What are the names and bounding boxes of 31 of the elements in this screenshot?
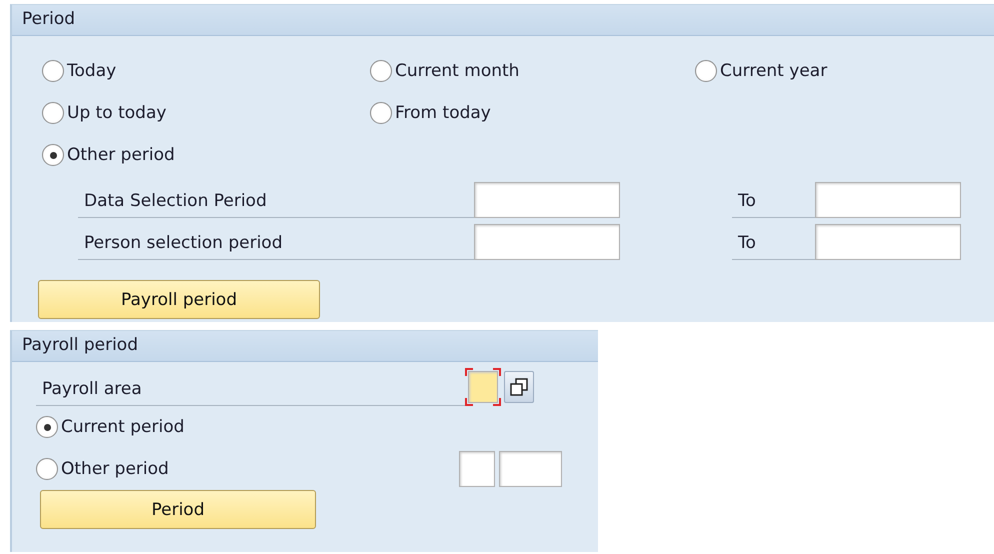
radio-label[interactable]: Today <box>67 61 116 81</box>
radio-label[interactable]: Up to today <box>67 103 166 123</box>
input-field[interactable] <box>499 451 562 487</box>
radio-button[interactable] <box>42 60 64 82</box>
panel-title: Payroll period <box>12 331 598 362</box>
payroll-period-button[interactable]: Payroll period <box>38 280 320 319</box>
radio-button[interactable] <box>36 416 58 438</box>
value-help-button[interactable] <box>504 371 534 403</box>
field-label: Data Selection Period <box>78 191 474 218</box>
radio-label[interactable]: Other period <box>67 145 175 165</box>
copy-icon <box>510 378 528 396</box>
radio-button[interactable] <box>42 144 64 166</box>
radio-label[interactable]: From today <box>395 103 491 123</box>
radio-label[interactable]: Other period <box>61 459 169 479</box>
input-field[interactable] <box>815 224 961 260</box>
radio-button[interactable] <box>370 102 392 124</box>
radio-label[interactable]: Current period <box>61 417 184 437</box>
radio-button[interactable] <box>370 60 392 82</box>
radio-button[interactable] <box>695 60 717 82</box>
period-button[interactable]: Period <box>40 490 316 529</box>
input-field[interactable] <box>815 182 961 218</box>
input-field[interactable] <box>474 182 620 218</box>
radio-button[interactable] <box>42 102 64 124</box>
radio-label[interactable]: Current month <box>395 61 520 81</box>
field-label: Person selection period <box>78 233 474 260</box>
panel-title: Period <box>12 5 994 36</box>
radio-label[interactable]: Current year <box>720 61 828 81</box>
input-field[interactable] <box>474 224 620 260</box>
input-field[interactable] <box>459 451 495 487</box>
field-label: Payroll area <box>36 379 465 406</box>
radio-button[interactable] <box>36 458 58 480</box>
